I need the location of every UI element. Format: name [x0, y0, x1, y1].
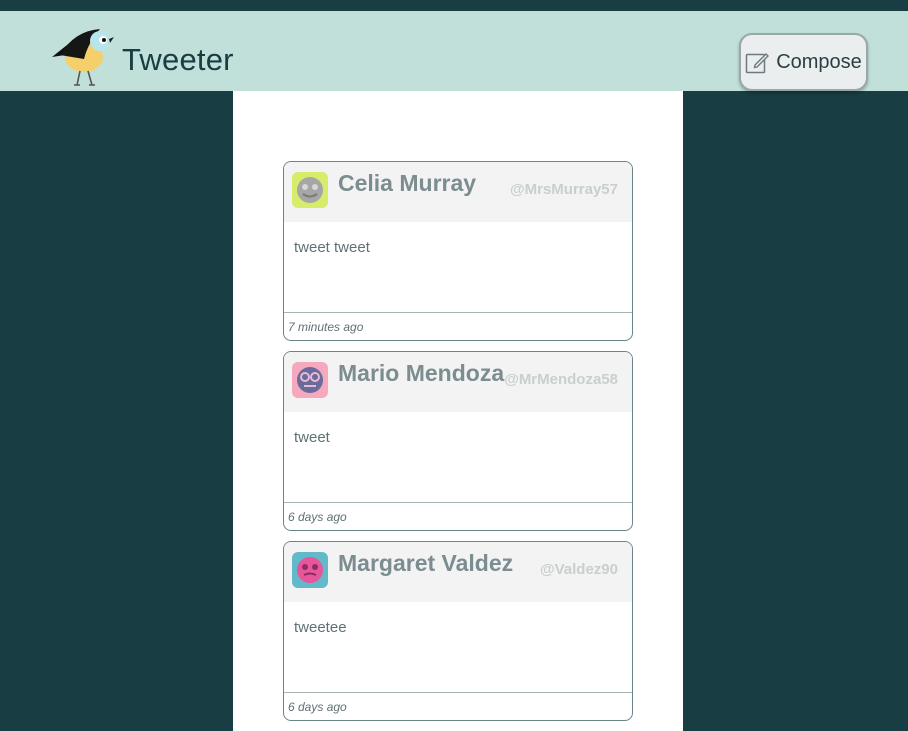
app-title: Tweeter: [122, 42, 234, 77]
tweet-author-handle: @Valdez90: [539, 561, 618, 578]
tweet-header: Margaret Valdez @Valdez90: [284, 542, 632, 602]
bird-logo-icon: [44, 19, 116, 87]
robot-avatar-icon[interactable]: [292, 172, 328, 208]
tweet-author-name: Margaret Valdez: [338, 550, 514, 576]
tweet-footer: 6 days ago: [284, 692, 632, 720]
tweet-header: Mario Mendoza @MrMendoza58: [284, 352, 632, 412]
tweet-feed: Celia Murray @MrsMurray57 tweet tweet 7 …: [233, 91, 683, 731]
robot-avatar-icon[interactable]: [292, 362, 328, 398]
tweet-header: Celia Murray @MrsMurray57: [284, 162, 632, 222]
tweet-card: Margaret Valdez @Valdez90 tweetee 6 days…: [283, 541, 633, 721]
tweet-timestamp: 7 minutes ago: [288, 320, 364, 334]
robot-avatar-icon[interactable]: [292, 552, 328, 588]
navbar: Tweeter Compose: [0, 11, 908, 91]
compose-button[interactable]: Compose: [739, 33, 868, 91]
tweet-author-name: Celia Murray: [338, 170, 477, 196]
tweet-footer: 6 days ago: [284, 502, 632, 530]
tweet-timestamp: 6 days ago: [288, 700, 347, 714]
tweet-timestamp: 6 days ago: [288, 510, 347, 524]
tweet-text: tweet tweet: [294, 239, 370, 256]
tweet-text: tweetee: [294, 619, 347, 636]
tweet-card: Mario Mendoza @MrMendoza58 tweet 6 days …: [283, 351, 633, 531]
tweet-card: Celia Murray @MrsMurray57 tweet tweet 7 …: [283, 161, 633, 341]
tweet-footer: 7 minutes ago: [284, 312, 632, 340]
tweet-author-handle: @MrMendoza58: [504, 371, 618, 388]
tweet-text: tweet: [294, 429, 330, 446]
tweet-author-handle: @MrsMurray57: [509, 181, 618, 198]
tweet-author-name: Mario Mendoza: [338, 360, 505, 386]
top-strip: [0, 0, 908, 11]
compose-icon: [745, 50, 770, 75]
compose-button-label: Compose: [776, 50, 862, 73]
